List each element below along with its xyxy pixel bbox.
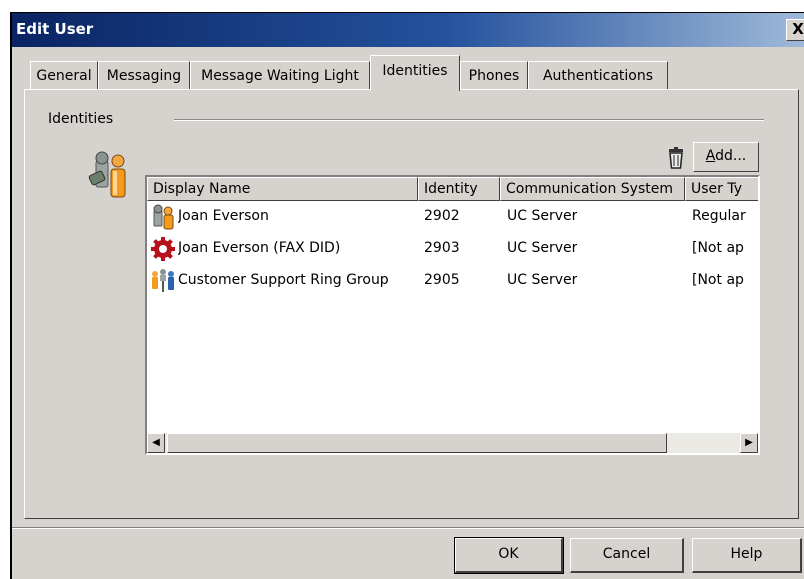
fax-icon bbox=[151, 237, 175, 261]
bottom-divider bbox=[12, 527, 804, 529]
identity-user-icon bbox=[88, 151, 126, 198]
scroll-right-button[interactable]: ▶ bbox=[740, 433, 758, 453]
edit-user-dialog: Edit User X General Messaging Message Wa… bbox=[10, 12, 804, 579]
add-accelerator: A bbox=[705, 148, 716, 164]
tab-authentications[interactable]: Authentications bbox=[528, 61, 668, 89]
table-row[interactable]: Customer Support Ring Group 2905 UC Serv… bbox=[147, 265, 758, 295]
column-identity[interactable]: Identity bbox=[418, 177, 500, 201]
column-display-name[interactable]: Display Name bbox=[147, 177, 418, 201]
identity-cell: 2903 bbox=[424, 240, 460, 256]
identities-group-label: Identities bbox=[48, 111, 114, 127]
system-cell: UC Server bbox=[507, 240, 578, 256]
user-type-cell: [Not ap bbox=[692, 272, 744, 288]
tab-identities[interactable]: Identities bbox=[370, 55, 460, 91]
add-label-rest: dd... bbox=[715, 148, 747, 164]
add-identity-button[interactable]: Add... bbox=[693, 142, 759, 172]
window-title: Edit User bbox=[16, 20, 94, 38]
system-cell: UC Server bbox=[507, 208, 578, 224]
display-name-cell: Joan Everson (FAX DID) bbox=[178, 240, 341, 256]
title-bar[interactable]: Edit User bbox=[12, 13, 804, 47]
column-user-type[interactable]: User Ty bbox=[685, 177, 758, 201]
scroll-thumb[interactable] bbox=[167, 433, 667, 453]
tab-messaging[interactable]: Messaging bbox=[98, 61, 190, 89]
help-button[interactable]: Help bbox=[692, 538, 802, 573]
table-row[interactable]: Joan Everson (FAX DID) 2903 UC Server [N… bbox=[147, 233, 758, 263]
tab-phones[interactable]: Phones bbox=[460, 61, 528, 89]
trash-icon[interactable] bbox=[664, 145, 688, 171]
display-name-cell: Customer Support Ring Group bbox=[178, 272, 389, 288]
scroll-left-button[interactable]: ◀ bbox=[147, 433, 165, 453]
tab-general[interactable]: General bbox=[30, 61, 98, 89]
tab-message-waiting-light[interactable]: Message Waiting Light bbox=[190, 61, 370, 89]
group-icon bbox=[152, 269, 174, 292]
close-button[interactable]: X bbox=[786, 19, 804, 41]
group-divider bbox=[174, 119, 764, 121]
identity-cell: 2905 bbox=[424, 272, 460, 288]
identities-list[interactable]: Display Name Identity Communication Syst… bbox=[145, 175, 760, 455]
user-type-cell: Regular bbox=[692, 208, 746, 224]
column-communication-system[interactable]: Communication System bbox=[500, 177, 685, 201]
ok-button[interactable]: OK bbox=[454, 537, 564, 574]
user-type-cell: [Not ap bbox=[692, 240, 744, 256]
horizontal-scrollbar[interactable]: ◀ ▶ bbox=[147, 433, 758, 453]
cancel-button[interactable]: Cancel bbox=[570, 538, 684, 573]
identity-cell: 2902 bbox=[424, 208, 460, 224]
display-name-cell: Joan Everson bbox=[178, 208, 269, 224]
list-header: Display Name Identity Communication Syst… bbox=[147, 177, 758, 201]
user-icon bbox=[153, 204, 174, 230]
system-cell: UC Server bbox=[507, 272, 578, 288]
table-row[interactable]: Joan Everson 2902 UC Server Regular bbox=[147, 201, 758, 231]
